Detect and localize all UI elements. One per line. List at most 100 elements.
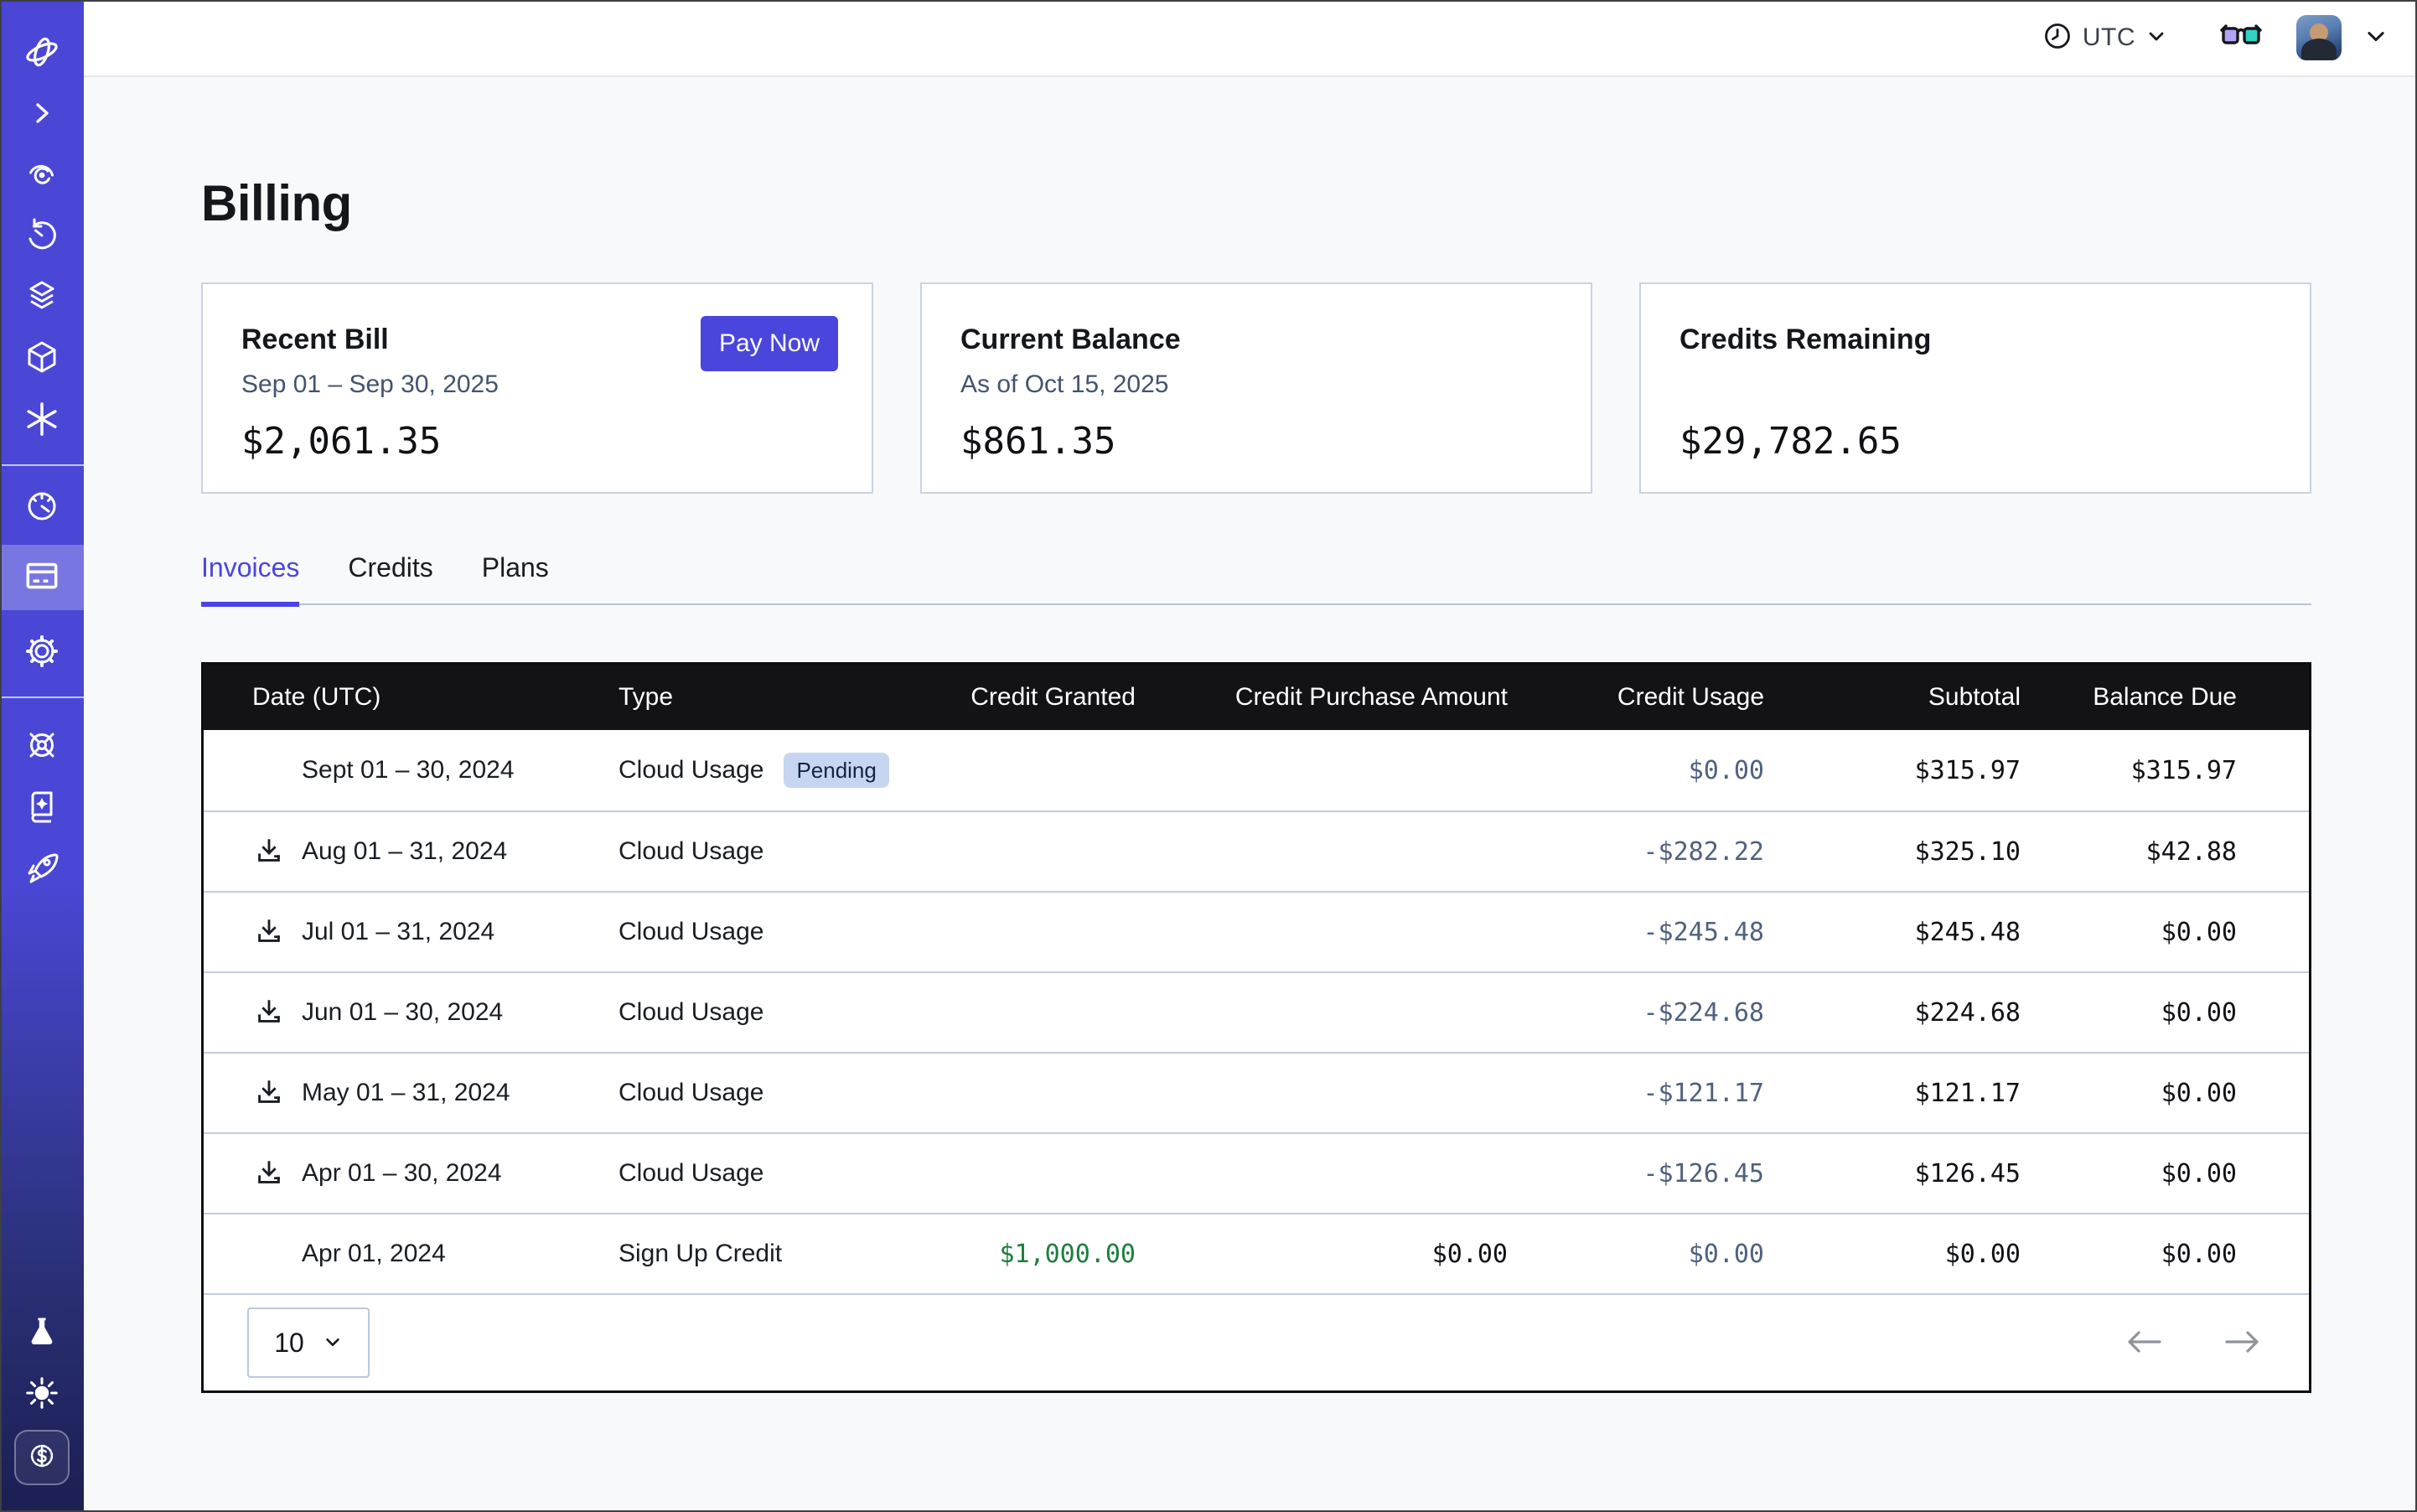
cell-subtotal: $224.68 xyxy=(1764,998,2021,1028)
card-subtitle xyxy=(1679,370,2271,400)
account-menu-button[interactable] xyxy=(2363,23,2389,53)
glasses-icon xyxy=(2219,22,2263,54)
chevron-right-icon xyxy=(27,98,57,128)
table-row: Sept 01 – 30, 2024 Cloud Usage Pending $… xyxy=(204,730,2309,810)
column-header-balance-due: Balance Due xyxy=(2021,683,2237,712)
credits-remaining-card: Credits Remaining $29,782.65 xyxy=(1639,282,2311,494)
user-avatar[interactable] xyxy=(2296,15,2342,60)
cell-credit-usage: -$121.17 xyxy=(1508,1079,1764,1108)
tab-invoices[interactable]: Invoices xyxy=(201,552,299,603)
main-content: Billing Recent Bill Sep 01 – Sep 30, 202… xyxy=(84,77,2417,1512)
tab-credits[interactable]: Credits xyxy=(348,552,432,603)
layers-icon xyxy=(22,277,62,317)
table-row: Aug 01 – 31, 2024 Cloud Usage -$282.22 $… xyxy=(204,810,2309,891)
download-invoice-button[interactable] xyxy=(252,915,286,949)
cell-balance-due: $0.00 xyxy=(2021,918,2237,947)
cell-balance-due: $42.88 xyxy=(2021,837,2237,867)
card-title: Current Balance xyxy=(960,323,1552,356)
cell-balance-due: $0.00 xyxy=(2021,1240,2237,1269)
page-size-value: 10 xyxy=(274,1328,304,1359)
prev-page-button[interactable] xyxy=(2118,1322,2170,1364)
sidebar-item-iris[interactable] xyxy=(18,151,65,198)
timezone-button[interactable]: UTC xyxy=(2042,21,2167,55)
sidebar-item-cube[interactable] xyxy=(18,334,65,381)
cell-balance-due: $0.00 xyxy=(2021,998,2237,1028)
sidebar-item-usage-gauge[interactable] xyxy=(18,483,65,530)
iris-icon xyxy=(22,154,62,194)
sidebar xyxy=(0,0,84,1512)
sidebar-logo[interactable] xyxy=(18,28,65,75)
cell-balance-due: $315.97 xyxy=(2021,756,2237,785)
cell-credit-usage: -$224.68 xyxy=(1508,998,1764,1028)
page-size-select[interactable]: 10 xyxy=(247,1307,370,1378)
cube-icon xyxy=(22,338,62,378)
sidebar-item-getting-started[interactable] xyxy=(18,844,65,891)
cell-subtotal: $121.17 xyxy=(1764,1079,2021,1108)
column-header-credit-granted: Credit Granted xyxy=(924,683,1136,712)
row-date: Sept 01 – 30, 2024 xyxy=(302,756,515,784)
cell-credit-usage: $0.00 xyxy=(1508,756,1764,785)
card-title: Credits Remaining xyxy=(1679,323,2271,356)
page-title: Billing xyxy=(201,174,2311,232)
row-type-label: Sign Up Credit xyxy=(618,1240,782,1268)
sidebar-item-labs[interactable] xyxy=(18,1308,65,1355)
chevron-down-icon xyxy=(323,1328,343,1359)
cell-subtotal: $325.10 xyxy=(1764,837,2021,867)
summary-cards: Recent Bill Sep 01 – Sep 30, 2025 $2,061… xyxy=(201,282,2311,494)
column-header-subtotal: Subtotal xyxy=(1764,683,2021,712)
card-amount: $29,782.65 xyxy=(1679,420,2271,463)
sidebar-item-asterisk[interactable] xyxy=(18,396,65,443)
sun-icon xyxy=(23,1374,61,1412)
cell-subtotal: $245.48 xyxy=(1764,918,2021,947)
column-header-date: Date (UTC) xyxy=(252,683,618,712)
tab-plans[interactable]: Plans xyxy=(482,552,549,603)
current-balance-card: Current Balance As of Oct 15, 2025 $861.… xyxy=(920,282,1592,494)
card-subtitle: As of Oct 15, 2025 xyxy=(960,370,1552,400)
orbit-logo-icon xyxy=(20,30,64,74)
row-date: Jul 01 – 31, 2024 xyxy=(302,918,494,946)
sidebar-item-billing[interactable] xyxy=(0,545,84,610)
pay-now-button[interactable]: Pay Now xyxy=(701,316,838,371)
glasses-button[interactable] xyxy=(2219,22,2263,54)
sidebar-divider xyxy=(0,696,84,698)
download-invoice-button[interactable] xyxy=(252,1076,286,1110)
cell-credit-usage: $0.00 xyxy=(1508,1240,1764,1269)
sidebar-item-retry-clock[interactable] xyxy=(18,212,65,259)
asterisk-icon xyxy=(23,400,61,438)
topbar: UTC xyxy=(84,0,2417,77)
cell-balance-due: $0.00 xyxy=(2021,1079,2237,1108)
sidebar-item-helm[interactable] xyxy=(18,722,65,769)
helm-wheel-icon xyxy=(22,725,62,765)
billing-tabs: Invoices Credits Plans xyxy=(201,552,2311,605)
invoices-table: Date (UTC) Type Credit Granted Credit Pu… xyxy=(201,662,2311,1393)
row-date: Jun 01 – 30, 2024 xyxy=(302,998,503,1027)
table-row: Jun 01 – 30, 2024 Cloud Usage -$224.68 $… xyxy=(204,971,2309,1052)
download-invoice-button[interactable] xyxy=(252,835,286,868)
row-type-label: Cloud Usage xyxy=(618,998,763,1027)
table-rows: Sept 01 – 30, 2024 Cloud Usage Pending $… xyxy=(204,730,2309,1293)
table-row: May 01 – 31, 2024 Cloud Usage -$121.17 $… xyxy=(204,1052,2309,1132)
row-type-label: Cloud Usage xyxy=(618,1079,763,1107)
sidebar-item-docs[interactable] xyxy=(18,783,65,830)
sidebar-item-credits-badge[interactable] xyxy=(14,1430,70,1485)
billing-card-icon xyxy=(21,555,63,601)
clock-icon xyxy=(2042,21,2073,55)
sidebar-collapse-toggle[interactable] xyxy=(18,90,65,137)
cell-subtotal: $126.45 xyxy=(1764,1159,2021,1188)
row-type-label: Cloud Usage xyxy=(618,918,763,946)
sidebar-item-theme[interactable] xyxy=(18,1370,65,1416)
download-invoice-button[interactable] xyxy=(252,996,286,1029)
chevron-down-icon xyxy=(2363,23,2389,53)
next-page-button[interactable] xyxy=(2217,1322,2269,1364)
sidebar-item-layers[interactable] xyxy=(18,273,65,320)
row-date: Apr 01 – 30, 2024 xyxy=(302,1159,502,1188)
card-amount: $2,061.35 xyxy=(241,420,833,463)
sidebar-item-settings[interactable] xyxy=(18,628,65,675)
row-date: Aug 01 – 31, 2024 xyxy=(302,837,507,866)
row-date: Apr 01, 2024 xyxy=(302,1240,446,1268)
arrow-right-icon xyxy=(2223,1328,2262,1358)
gear-icon xyxy=(22,631,62,671)
cell-balance-due: $0.00 xyxy=(2021,1159,2237,1188)
download-invoice-button[interactable] xyxy=(252,1157,286,1190)
status-badge: Pending xyxy=(784,753,888,789)
